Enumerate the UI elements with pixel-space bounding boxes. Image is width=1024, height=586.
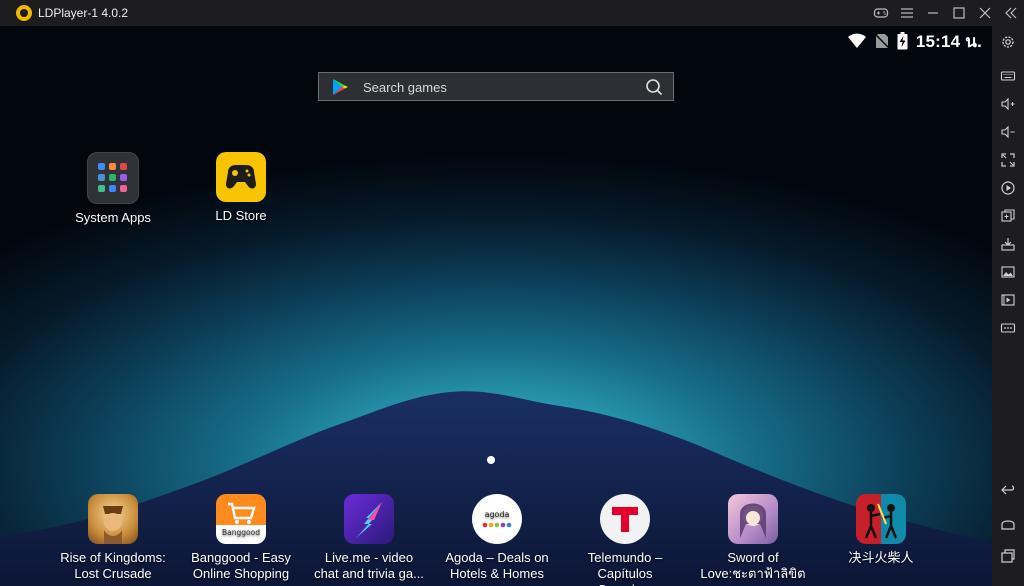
app-label-line1: Sword of xyxy=(727,550,779,565)
volume-up-icon[interactable] xyxy=(992,92,1024,116)
battery-charging-icon xyxy=(897,32,908,50)
rise-of-kingdoms-icon xyxy=(88,494,138,544)
search-icon[interactable] xyxy=(645,78,663,96)
ldplayer-logo-icon xyxy=(16,5,32,21)
app-label: LD Store xyxy=(215,208,267,223)
app-label-line1: Banggood - Easy xyxy=(191,550,291,565)
home-icon[interactable] xyxy=(992,512,1024,536)
wifi-icon xyxy=(847,33,866,48)
app-system-apps[interactable]: System Apps xyxy=(58,152,168,226)
app-label-line2: Love:ชะตาฟ้าลิขิต xyxy=(700,566,806,581)
status-time: 15:14 น. xyxy=(915,31,982,51)
close-icon[interactable] xyxy=(972,0,998,26)
telemundo-icon xyxy=(600,494,650,544)
gamepad-icon[interactable] xyxy=(868,0,894,26)
record-icon[interactable] xyxy=(992,176,1024,200)
app-label-line1: 决斗火柴人 xyxy=(848,550,914,565)
app-ld-store[interactable]: LD Store xyxy=(186,152,296,224)
live-me-icon xyxy=(344,494,394,544)
window-title: LDPlayer-1 4.0.2 xyxy=(38,6,129,20)
install-apk-icon[interactable] xyxy=(992,232,1024,256)
app-label-line1: Agoda – Deals on xyxy=(445,550,549,565)
sword-of-love-icon xyxy=(728,494,778,544)
screenshot-icon[interactable] xyxy=(992,260,1024,284)
no-sim-icon xyxy=(874,33,889,49)
menu-icon[interactable] xyxy=(894,0,920,26)
app-label-line2: Online Shopping xyxy=(192,566,290,581)
keyboard-icon[interactable] xyxy=(992,64,1024,88)
app-sword-of-love[interactable]: Sword of Love:ชะตาฟ้าลิขิต xyxy=(698,494,808,582)
agoda-icon: agoda xyxy=(472,494,522,544)
system-apps-folder-icon xyxy=(87,152,139,204)
app-label-line1: Telemundo – xyxy=(587,550,663,565)
android-home-screen: 15:14 น. Search games System Apps LD Sto… xyxy=(0,26,992,586)
app-label-line1: Rise of Kingdoms: xyxy=(60,550,166,565)
app-label: System Apps xyxy=(75,210,151,225)
title-bar: LDPlayer-1 4.0.2 xyxy=(0,0,1024,26)
app-rise-of-kingdoms[interactable]: Rise of Kingdoms: Lost Crusade xyxy=(58,494,168,582)
app-live-me[interactable]: Live.me - video chat and trivia ga... xyxy=(314,494,424,582)
app-label-line1: Live.me - video xyxy=(324,550,414,565)
more-icon[interactable] xyxy=(992,316,1024,340)
volume-down-icon[interactable] xyxy=(992,120,1024,144)
search-placeholder: Search games xyxy=(363,80,447,95)
app-label-line2: chat and trivia ga... xyxy=(314,566,424,581)
banggood-icon: Banggood xyxy=(216,494,266,544)
google-play-icon xyxy=(333,79,348,95)
back-icon[interactable] xyxy=(992,478,1024,502)
status-bar: 15:14 น. xyxy=(847,30,982,52)
stickman-duel-icon xyxy=(856,494,906,544)
app-agoda[interactable]: agoda Agoda – Deals on Hotels & Homes xyxy=(442,494,552,582)
fullscreen-icon[interactable] xyxy=(992,148,1024,172)
app-telemundo[interactable]: Telemundo – Capítulos Comple... xyxy=(570,494,680,586)
app-banggood[interactable]: Banggood Banggood - Easy Online Shopping xyxy=(186,494,296,582)
recent-apps-icon[interactable] xyxy=(992,544,1024,568)
right-toolbar xyxy=(992,26,1024,586)
search-games-bar[interactable]: Search games xyxy=(318,72,674,101)
settings-icon[interactable] xyxy=(992,30,1024,54)
banggood-icon-text: Banggood xyxy=(222,528,260,537)
minimize-icon[interactable] xyxy=(920,0,946,26)
multi-instance-icon[interactable] xyxy=(992,204,1024,228)
window-controls xyxy=(868,0,1024,26)
app-label-line2: Hotels & Homes xyxy=(450,566,544,581)
app-label-line2: Capítulos Comple... xyxy=(597,566,653,586)
collapse-icon[interactable] xyxy=(998,0,1024,26)
app-stickman-duel[interactable]: 决斗火柴人 xyxy=(826,494,936,566)
ld-store-icon xyxy=(216,152,266,202)
video-icon[interactable] xyxy=(992,288,1024,312)
page-indicator xyxy=(487,456,495,464)
agoda-icon-text: agoda xyxy=(485,510,510,519)
app-label-line2: Lost Crusade xyxy=(74,566,152,581)
maximize-icon[interactable] xyxy=(946,0,972,26)
